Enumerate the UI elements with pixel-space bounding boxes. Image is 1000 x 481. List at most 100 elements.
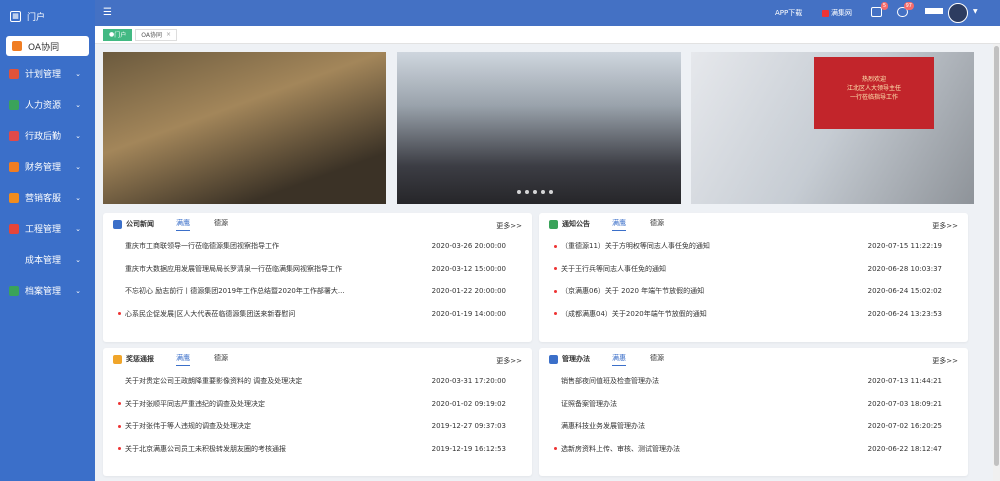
tab-first[interactable]: 满鹰: [176, 353, 190, 366]
banner-image-3[interactable]: 热烈欢迎 江北区人大领导主任 一行莅临指导工作: [691, 52, 974, 204]
item-date: 2019-12-19 16:12:53: [431, 444, 506, 453]
message-icon[interactable]: 5: [871, 2, 888, 17]
tab-second[interactable]: 德源: [214, 218, 228, 230]
list-item[interactable]: （重德源11）关于方明权等同志人事任免的通知 2020-07-15 11:22:1…: [539, 235, 968, 258]
sidebar: ▦ 门户 OA协同 计划管理 ⌄ 人力资源 ⌄ 行政后勤 ⌄ 财务管理 ⌄ 营销客服 ⌄ 工程管理 ⌄…: [0, 0, 95, 481]
oa-icon: [12, 41, 22, 51]
item-title[interactable]: 不忘初心 励志前行丨德源集团2019年工作总结暨2020年工作部署大...: [125, 286, 445, 296]
item-date: 2020-06-28 10:03:37: [867, 264, 942, 273]
sidebar-item[interactable]: 计划管理 ⌄: [0, 58, 95, 89]
item-title[interactable]: 关于王行兵等同志人事任免的通知: [561, 264, 881, 274]
item-date: 2020-03-12 15:00:00: [431, 264, 506, 273]
list-item[interactable]: 选新房资料上传、审核、测试管理办法 2020-06-22 18:12:47: [539, 438, 968, 461]
avatar[interactable]: [948, 3, 968, 23]
more-link[interactable]: 更多>>: [932, 221, 958, 231]
item-title[interactable]: 销售部夜间值班及检查管理办法: [561, 376, 881, 386]
list-item[interactable]: 重庆市大数据应用发展管理局局长罗清泉一行莅临满集网视察指导工作 2020-03-1…: [103, 258, 532, 281]
list-item[interactable]: 心系民企促发展|区人大代表莅临德源集团送来新春慰问 2020-01-19 14:0…: [103, 303, 532, 326]
more-link[interactable]: 更多>>: [496, 356, 522, 366]
item-date: 2020-01-22 20:00:00: [431, 287, 506, 296]
item-title[interactable]: （成都满惠04）关于2020年端午节放假的通知: [561, 309, 881, 319]
list-item[interactable]: 关于对张伟于等人违规的调查及处理决定 2019-12-27 09:37:03: [103, 415, 532, 438]
sidebar-item-label: 成本管理: [25, 256, 62, 266]
tab-bar: ● 门户 OA协同 ×: [95, 26, 1000, 44]
username[interactable]: [925, 8, 943, 14]
caret-down-icon[interactable]: ▼: [973, 8, 978, 15]
module-icon: [9, 223, 19, 234]
sidebar-item[interactable]: 人力资源 ⌄: [0, 89, 95, 120]
list-item[interactable]: 证照备案管理办法 2020-07-03 18:09:21: [539, 393, 968, 416]
list-item[interactable]: 关于王行兵等同志人事任免的通知 2020-06-28 10:03:37: [539, 258, 968, 281]
item-date: 2020-06-24 15:02:02: [867, 287, 942, 296]
sidebar-item-label: 工程管理: [25, 225, 62, 235]
users-icon[interactable]: 97: [897, 2, 914, 17]
sidebar-item[interactable]: 营销客服 ⌄: [0, 182, 95, 213]
list-item[interactable]: 不忘初心 励志前行丨德源集团2019年工作总结暨2020年工作部署大... 202…: [103, 280, 532, 303]
sidebar-item-label: 行政后勤: [25, 132, 62, 142]
menu-toggle-icon[interactable]: ☰: [103, 7, 112, 18]
banner-image-1[interactable]: [103, 52, 386, 204]
item-title[interactable]: 关于对张伟于等人违规的调查及处理决定: [125, 421, 445, 431]
tab-second[interactable]: 德源: [214, 353, 228, 365]
item-title[interactable]: 重庆市工商联领导一行莅临德源集团视察指导工作: [125, 241, 445, 251]
sidebar-item[interactable]: 档案管理 ⌄: [0, 275, 95, 306]
card-policies: 管理办法 满惠 德源 更多>> 销售部夜间值班及检查管理办法 2020-07-13 11:…: [539, 348, 968, 476]
item-title[interactable]: 关于对贵定公司王政朗降重要影像资料的 调查及处理决定: [125, 376, 445, 386]
unread-dot: [554, 312, 557, 316]
sidebar-home[interactable]: ▦ 门户: [0, 0, 95, 32]
list-item[interactable]: 关于北京满惠公司员工未积极转发朋友圈的考核通报 2019-12-19 16:12:…: [103, 438, 532, 461]
card-title: 管理办法: [562, 355, 590, 363]
sidebar-item-label: 档案管理: [25, 287, 62, 297]
chevron-down-icon: ⌄: [75, 131, 81, 140]
scrollbar-thumb[interactable]: [994, 46, 999, 466]
module-icon: [9, 68, 19, 79]
tab-first[interactable]: 满鹰: [612, 218, 626, 231]
list-item[interactable]: 关于对贵定公司王政朗降重要影像资料的 调查及处理决定 2020-03-31 17:…: [103, 370, 532, 393]
sidebar-item[interactable]: 工程管理 ⌄: [0, 213, 95, 244]
tab-second[interactable]: 德源: [650, 353, 664, 365]
card-icon: [549, 354, 558, 364]
tab-first[interactable]: 满鹰: [176, 218, 190, 231]
brand-link[interactable]: 满集网: [822, 8, 852, 18]
item-title[interactable]: 证照备案管理办法: [561, 399, 881, 409]
tab-second[interactable]: 德源: [650, 218, 664, 230]
sidebar-item[interactable]: 财务管理 ⌄: [0, 151, 95, 182]
item-title[interactable]: （重德源11）关于方明权等同志人事任免的通知: [561, 241, 881, 251]
close-icon[interactable]: ×: [166, 31, 171, 38]
banner-image-2[interactable]: [397, 52, 681, 204]
sidebar-item[interactable]: 成本管理 ⌄: [0, 244, 95, 275]
item-title[interactable]: 关于对张顺平同志严重违纪的调查及处理决定: [125, 399, 445, 409]
item-title[interactable]: 选新房资料上传、审核、测试管理办法: [561, 444, 881, 454]
item-date: 2020-07-03 18:09:21: [867, 399, 942, 408]
item-title[interactable]: 心系民企促发展|区人大代表莅临德源集团送来新春慰问: [125, 309, 445, 319]
more-link[interactable]: 更多>>: [932, 356, 958, 366]
banner-screen-text: 热烈欢迎 江北区人大领导主任 一行莅临指导工作: [814, 57, 934, 129]
tab-first[interactable]: 满惠: [612, 353, 626, 366]
tab-label: OA协同: [141, 32, 162, 39]
list-item[interactable]: 关于对张顺平同志严重违纪的调查及处理决定 2020-01-02 09:19:02: [103, 393, 532, 416]
app-download-link[interactable]: APP下载: [775, 8, 802, 18]
message-badge: 5: [880, 2, 888, 10]
card-news: 公司新闻 满鹰 德源 更多>> 重庆市工商联领导一行莅临德源集团视察指导工作 2020-0…: [103, 213, 532, 342]
tab-home[interactable]: ● 门户: [103, 28, 133, 41]
item-title[interactable]: （京满惠06）关于 2020 年端午节放假的通知: [561, 286, 881, 296]
unread-dot: [554, 447, 557, 451]
list-item[interactable]: （京满惠06）关于 2020 年端午节放假的通知 2020-06-24 15:02…: [539, 280, 968, 303]
list-item[interactable]: 销售部夜间值班及检查管理办法 2020-07-13 11:44:21: [539, 370, 968, 393]
sidebar-item-oa[interactable]: OA协同: [6, 36, 89, 56]
item-title[interactable]: 关于北京满惠公司员工未积极转发朋友圈的考核通报: [125, 444, 445, 454]
list-item[interactable]: （成都满惠04）关于2020年端午节放假的通知 2020-06-24 13:23:…: [539, 303, 968, 326]
sidebar-item[interactable]: 行政后勤 ⌄: [0, 120, 95, 151]
tab-label: 门户: [114, 32, 127, 39]
item-title[interactable]: 满惠科技业务发展管理办法: [561, 421, 881, 431]
list-item[interactable]: 满惠科技业务发展管理办法 2020-07-02 16:20:25: [539, 415, 968, 438]
card-icon: [549, 219, 558, 229]
scrollbar[interactable]: [993, 44, 1000, 481]
chevron-down-icon: ⌄: [75, 224, 81, 233]
tab-oa[interactable]: OA协同 ×: [135, 28, 178, 41]
module-icon: [9, 192, 19, 203]
more-link[interactable]: 更多>>: [496, 221, 522, 231]
item-title[interactable]: 重庆市大数据应用发展管理局局长罗清泉一行莅临满集网视察指导工作: [125, 264, 445, 274]
carousel-dots[interactable]: [517, 190, 557, 194]
list-item[interactable]: 重庆市工商联领导一行莅临德源集团视察指导工作 2020-03-26 20:00:0…: [103, 235, 532, 258]
